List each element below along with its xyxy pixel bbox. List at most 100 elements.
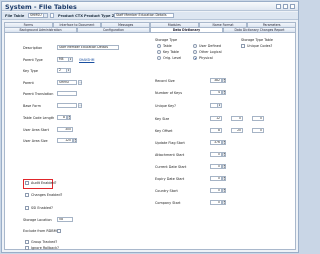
- file-table-bar: File Table SHMSU Product CTX Product Typ…: [2, 12, 298, 20]
- parent-type-label: Parent Type: [23, 58, 43, 62]
- audit-enabled-checkbox[interactable]: [25, 181, 29, 185]
- expiry-date-start-label: Expiry Date Start: [155, 177, 185, 181]
- user-area-start-label: User Area Start: [23, 128, 49, 132]
- key-offset-field-1[interactable]: 8: [210, 128, 222, 133]
- key-size-field-2[interactable]: 0: [231, 116, 243, 121]
- table-code-length-spinner[interactable]: [67, 115, 71, 120]
- key-size-field-1[interactable]: 12: [210, 116, 222, 121]
- attachment-start-label: Attachment Start: [155, 153, 185, 157]
- parent-field[interactable]: SHMST: [57, 80, 77, 85]
- record-size-label: Record Size: [155, 79, 175, 83]
- storage-type-physical-label: Physical: [199, 56, 213, 60]
- storage-type-key-table-radio[interactable]: [157, 50, 161, 54]
- key-size-label: Key Size: [155, 117, 170, 121]
- chevron-down-icon[interactable]: ▾: [217, 104, 221, 107]
- storage-type-user-defined-label: User Defined: [199, 44, 222, 48]
- update-flag-start-field[interactable]: 376: [210, 140, 222, 145]
- file-tables-window: System - File Tables File Table SHMSU Pr…: [1, 1, 299, 253]
- update-flag-start-spinner[interactable]: [222, 140, 226, 145]
- parent-type-link[interactable]: SHAKSHM: [79, 58, 94, 62]
- key-type-label: Key Type: [23, 69, 39, 73]
- changes-enabled-checkbox[interactable]: [25, 193, 29, 197]
- company-start-label: Company Start: [155, 201, 181, 205]
- maximize-icon[interactable]: [283, 3, 288, 9]
- record-size-field[interactable]: 382: [210, 78, 222, 83]
- number-of-keys-spinner[interactable]: [222, 90, 226, 95]
- unique-codes-checkbox[interactable]: [241, 44, 245, 48]
- country-start-spinner[interactable]: [222, 188, 226, 193]
- file-table-label: File Table: [5, 14, 25, 18]
- group-tracked-label: Group Tracked?: [31, 240, 58, 244]
- storage-type-physical-radio[interactable]: [193, 56, 197, 60]
- product-ctx-label: Product CTX: [58, 14, 83, 18]
- country-start-label: Country Start: [155, 189, 178, 193]
- storage-type-table-legend: Storage Type Table: [241, 38, 273, 42]
- window-controls: [276, 3, 295, 9]
- storage-type-orig-level-radio[interactable]: [157, 56, 161, 60]
- expiry-date-start-field[interactable]: 0: [210, 176, 222, 181]
- data-dictionary-panel: Description Staff Member Education Detai…: [4, 32, 296, 250]
- update-flag-start-label: Update Flag Start: [155, 141, 185, 145]
- record-size-spinner[interactable]: [222, 78, 226, 83]
- current-date-start-label: Current Date Start: [155, 165, 187, 169]
- base-form-lookup-button[interactable]: …: [78, 103, 82, 108]
- chevron-down-icon[interactable]: [43, 14, 47, 18]
- exclude-from-rdbms-label: Exclude from RDBMS?: [23, 229, 61, 233]
- window-title: System - File Tables: [5, 3, 77, 11]
- title-bar: System - File Tables: [2, 2, 298, 11]
- key-offset-field-3[interactable]: 0: [252, 128, 264, 133]
- parent-type-select[interactable]: M4 ▾: [57, 57, 73, 62]
- user-area-size-label: User Area Size: [23, 139, 48, 143]
- description-label: Description: [23, 46, 43, 50]
- parent-lookup-button[interactable]: …: [78, 80, 82, 85]
- minimize-icon[interactable]: [276, 3, 281, 9]
- ssi-enabled-label: SSI Enabled?: [31, 206, 53, 210]
- storage-type-other-logical-label: Other Logical: [199, 50, 222, 54]
- current-date-start-field[interactable]: 0: [210, 164, 222, 169]
- close-icon[interactable]: [290, 3, 295, 9]
- key-offset-field-2[interactable]: 20: [231, 128, 243, 133]
- ssi-enabled-checkbox[interactable]: [25, 206, 29, 210]
- changes-enabled-label: Changes Enabled?: [31, 193, 63, 197]
- parent-translation-field[interactable]: [57, 91, 77, 96]
- country-start-field[interactable]: 0: [210, 188, 222, 193]
- base-form-label: Base Form: [23, 104, 41, 108]
- key-type-select[interactable]: 2 ▾: [57, 68, 71, 73]
- unique-codes-label: Unique Codes?: [247, 44, 273, 48]
- storage-location-field[interactable]: V8: [57, 217, 73, 222]
- storage-type-table-label: Table: [163, 44, 172, 48]
- user-area-start-field[interactable]: 300: [57, 127, 73, 132]
- chevron-down-icon[interactable]: ▾: [66, 69, 70, 72]
- attachment-start-field[interactable]: 0: [210, 152, 222, 157]
- file-table-select[interactable]: SHMSU: [28, 13, 48, 19]
- chevron-down-icon[interactable]: ▾: [68, 58, 72, 61]
- storage-type-orig-level-label: Orig. Level: [163, 56, 182, 60]
- storage-type-legend: Storage Type: [155, 38, 178, 42]
- file-table-lookup-button[interactable]: [50, 13, 54, 19]
- base-form-field[interactable]: [57, 103, 77, 108]
- user-area-size-spinner[interactable]: [73, 138, 77, 143]
- description-field[interactable]: Staff Member Education Details: [57, 45, 119, 50]
- table-code-length-field[interactable]: 8: [57, 115, 67, 120]
- attachment-start-spinner[interactable]: [222, 152, 226, 157]
- group-tracked-checkbox[interactable]: [25, 240, 29, 244]
- key-size-field-3[interactable]: 0: [252, 116, 264, 121]
- storage-type-other-logical-radio[interactable]: [193, 50, 197, 54]
- ignore-rollback-label: Ignore Rollback?: [31, 246, 59, 250]
- ignore-rollback-checkbox[interactable]: [25, 246, 29, 250]
- user-area-size-field[interactable]: 120: [57, 138, 73, 143]
- storage-type-user-defined-radio[interactable]: [193, 44, 197, 48]
- number-of-keys-field[interactable]: 4: [210, 90, 222, 95]
- company-start-spinner[interactable]: [222, 200, 226, 205]
- current-date-start-spinner[interactable]: [222, 164, 226, 169]
- unique-key-select[interactable]: ▾: [210, 103, 222, 108]
- company-start-field[interactable]: 0: [210, 200, 222, 205]
- exclude-from-rdbms-checkbox[interactable]: [57, 229, 61, 233]
- unique-key-label: Unique Key?: [155, 104, 176, 108]
- expiry-date-start-spinner[interactable]: [222, 176, 226, 181]
- storage-type-table-radio[interactable]: [157, 44, 161, 48]
- parent-label: Parent: [23, 81, 34, 85]
- product-type-field: Staff Member Education Details: [114, 13, 174, 19]
- table-code-length-label: Table Code Length: [23, 116, 55, 120]
- storage-type-key-table-label: Key Table: [163, 50, 179, 54]
